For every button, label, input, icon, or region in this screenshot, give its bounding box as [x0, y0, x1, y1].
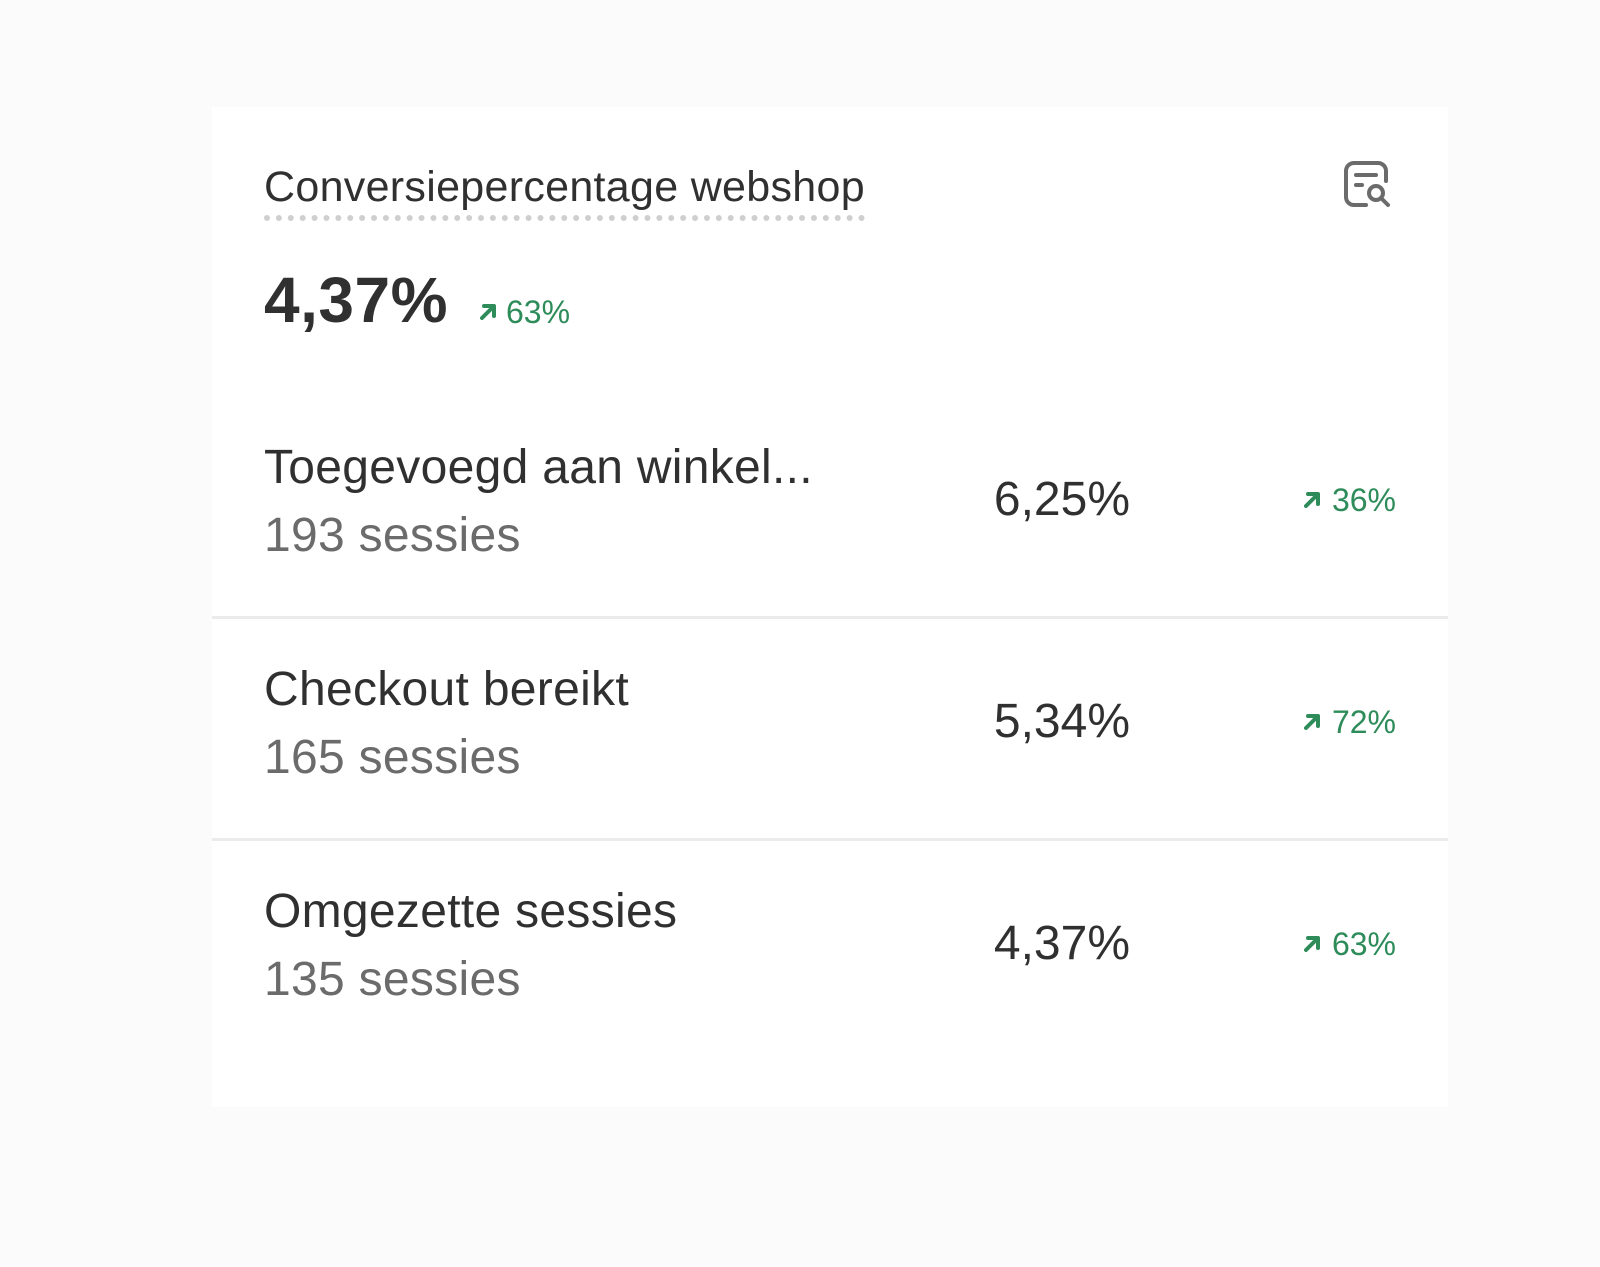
funnel-row-label: Toegevoegd aan winkel...: [264, 441, 813, 494]
funnel-row-change-value: 72%: [1331, 704, 1396, 740]
funnel-row-converted-sessions: Omgezette sessies 135 sessies 4,37% 63%: [212, 841, 1448, 1060]
arrow-up-right-icon: [1302, 712, 1332, 732]
funnel-row-checkout-reached: Checkout bereikt 165 sessies 5,34% 72%: [212, 619, 1448, 841]
funnel-row-label: Omgezette sessies: [264, 885, 678, 938]
card-title[interactable]: Conversiepercentage webshop: [264, 159, 865, 221]
funnel-row-change-value: 36%: [1331, 482, 1396, 518]
arrow-up-right-icon: [478, 302, 506, 322]
report-search-icon: [1342, 159, 1394, 216]
funnel-row-change-badge: 36%: [1302, 477, 1396, 523]
arrow-up-right-icon: [1302, 490, 1332, 510]
funnel-row-change-badge: 72%: [1302, 699, 1396, 745]
view-report-button[interactable]: [1340, 159, 1396, 215]
total-change-badge: 63%: [478, 294, 570, 331]
funnel-row-rate: 6,25%: [993, 473, 1130, 526]
funnel-list: Toegevoegd aan winkel... 193 sessies 6,2…: [212, 397, 1448, 1060]
funnel-row-rate: 5,34%: [993, 695, 1130, 748]
total-metric: 4,37% 63%: [264, 263, 570, 343]
funnel-row-change-badge: 63%: [1302, 921, 1396, 967]
funnel-row-label: Checkout bereikt: [264, 663, 629, 716]
funnel-row-change-value: 63%: [1331, 926, 1396, 962]
funnel-row-sessions: 193 sessies: [264, 509, 521, 562]
card-header: Conversiepercentage webshop: [264, 159, 1396, 229]
total-change-value: 63%: [505, 293, 571, 330]
arrow-up-right-icon: [1302, 934, 1332, 954]
funnel-row-sessions: 165 sessies: [264, 731, 521, 784]
funnel-row-added-to-cart: Toegevoegd aan winkel... 193 sessies 6,2…: [212, 397, 1448, 619]
conversion-rate-card: Conversiepercentage webshop 4,37% 63% To…: [212, 107, 1448, 1107]
total-value: 4,37%: [264, 264, 448, 336]
funnel-row-sessions: 135 sessies: [264, 953, 521, 1006]
funnel-row-rate: 4,37%: [993, 917, 1130, 970]
